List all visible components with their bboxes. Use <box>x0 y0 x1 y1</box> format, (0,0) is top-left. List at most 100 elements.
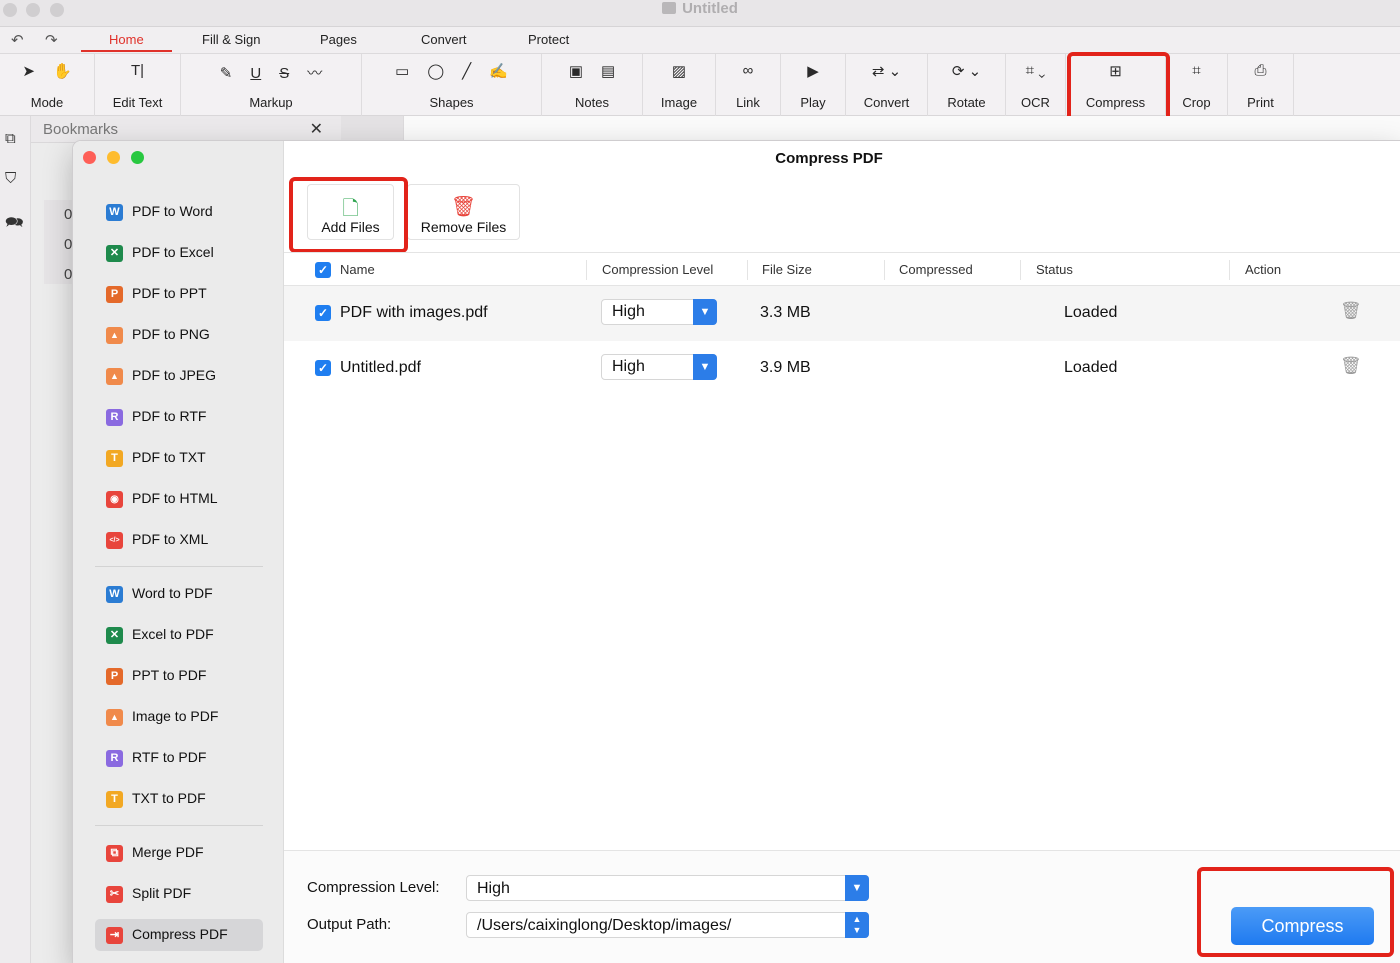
comments-panel-icon[interactable]: 🗪 <box>5 212 24 237</box>
file-status: Loaded <box>1064 359 1118 376</box>
trash-icon[interactable]: 🗑 <box>1340 301 1362 321</box>
textbox-icon[interactable]: ▣ <box>569 62 583 80</box>
compression-level-dropdown[interactable]: High ▼ <box>466 875 869 901</box>
toolbar-markup-label: Markup <box>249 95 293 110</box>
sidebar-item-label: Split PDF <box>132 885 192 901</box>
dialog-zoom-button[interactable] <box>131 151 144 164</box>
sidebar-item-pdf-to-png[interactable]: ▲ PDF to PNG <box>95 319 263 351</box>
bookmark-page-number: 0 <box>64 206 73 223</box>
sidebar-item-txt-to-pdf[interactable]: T TXT to PDF <box>95 783 263 815</box>
sidebar-item-rtf-to-pdf[interactable]: R RTF to PDF <box>95 742 263 774</box>
toolbar-print[interactable]: ⎙ Print <box>1228 54 1294 116</box>
table-row[interactable]: ✓ Untitled.pdf High ▼ 3.9 MB Loaded 🗑 <box>284 341 1400 396</box>
toolbar-link[interactable]: ∞ Link <box>716 54 781 116</box>
toolbar-notes[interactable]: ▣ ▤ Notes <box>542 54 643 116</box>
undo-icon[interactable]: ↶ <box>11 31 24 49</box>
sidebar-item-pdf-to-ppt[interactable]: P PDF to PPT <box>95 278 263 310</box>
close-icon[interactable]: ✕ <box>310 119 323 139</box>
pointer-icon[interactable]: ➤ <box>22 62 35 80</box>
sidebar-divider <box>95 566 263 567</box>
toolbar-mode[interactable]: ➤ ✋ Mode <box>0 54 95 116</box>
toolbar-crop-label: Crop <box>1182 95 1211 110</box>
row-checkbox[interactable]: ✓ <box>315 305 331 321</box>
remove-files-button[interactable]: 🗑 Remove Files <box>407 184 520 240</box>
sidebar-item-pdf-to-html[interactable]: ◉ PDF to HTML <box>95 483 263 515</box>
row-checkbox[interactable]: ✓ <box>315 360 331 376</box>
underline-icon[interactable]: U <box>250 65 261 82</box>
tab-convert[interactable]: Convert <box>421 32 467 47</box>
toolbar-rotate[interactable]: ⟳ ⌄ Rotate <box>928 54 1006 116</box>
toolbar-shapes[interactable]: ▭ ◯ ╱ ✍ Shapes <box>362 54 542 116</box>
highlight-icon[interactable]: ✎ <box>220 64 233 82</box>
pages-panel-icon[interactable]: ⧉ <box>5 130 16 147</box>
column-header-compressed[interactable]: Compressed <box>899 262 973 277</box>
sidebar-item-label: PPT to PDF <box>132 667 207 683</box>
sidebar-item-split-pdf[interactable]: ✂ Split PDF <box>95 878 263 910</box>
line-icon[interactable]: ╱ <box>462 62 471 80</box>
toolbar-edit-text[interactable]: T| Edit Text <box>95 54 181 116</box>
compression-level-value: High <box>612 303 645 320</box>
chevron-down-icon[interactable]: ▼ <box>845 875 869 901</box>
rtf-icon: R <box>106 750 123 767</box>
bookmark-icon[interactable]: ⛉ <box>5 170 16 187</box>
strikethrough-icon[interactable]: S <box>279 65 289 82</box>
tab-pages[interactable]: Pages <box>320 32 357 47</box>
sidebar-item-pdf-to-xml[interactable]: </> PDF to XML <box>95 524 263 556</box>
sidebar-item-excel-to-pdf[interactable]: ✕ Excel to PDF <box>95 619 263 651</box>
sidebar-item-pdf-to-jpeg[interactable]: ▲ PDF to JPEG <box>95 360 263 392</box>
dialog-minimize-button[interactable] <box>107 151 120 164</box>
toolbar-convert-label: Convert <box>863 95 910 110</box>
dialog-close-button[interactable] <box>83 151 96 164</box>
toolbar-convert[interactable]: ⇄ ⌄ Convert <box>846 54 928 116</box>
trash-icon[interactable]: 🗑 <box>1340 356 1362 376</box>
tab-home[interactable]: Home <box>81 32 172 52</box>
sidebar-item-compress-pdf[interactable]: ⇥ Compress PDF <box>95 919 263 951</box>
file-size: 3.3 MB <box>760 304 811 321</box>
comment-icon[interactable]: ▤ <box>601 62 615 80</box>
sidebar-item-label: TXT to PDF <box>132 790 206 806</box>
sidebar-item-pdf-to-rtf[interactable]: R PDF to RTF <box>95 401 263 433</box>
bookmarks-title: Bookmarks <box>43 121 119 138</box>
column-divider <box>747 260 748 280</box>
sidebar-item-pdf-to-word[interactable]: W PDF to Word <box>95 196 263 228</box>
sidebar-item-image-to-pdf[interactable]: ▲ Image to PDF <box>95 701 263 733</box>
toolbar-ocr[interactable]: ⌗ ⌄ OCR <box>1006 54 1066 116</box>
updown-chevron-icon[interactable]: ▲ ▼ <box>845 912 869 938</box>
sidebar-item-word-to-pdf[interactable]: W Word to PDF <box>95 578 263 610</box>
sidebar-item-merge-pdf[interactable]: ⧉ Merge PDF <box>95 837 263 869</box>
column-header-file-size[interactable]: File Size <box>762 262 812 277</box>
redo-icon[interactable]: ↷ <box>45 31 58 49</box>
rectangle-icon[interactable]: ▭ <box>395 62 409 80</box>
pencil-icon[interactable]: ✍ <box>489 62 508 80</box>
image-add-icon: ▨ <box>671 63 687 80</box>
table-row[interactable]: ✓ PDF with images.pdf High ▼ 3.3 MB Load… <box>284 286 1400 341</box>
toolbar-markup[interactable]: ✎ U S 〰 Markup <box>181 54 362 116</box>
sidebar-item-ppt-to-pdf[interactable]: P PPT to PDF <box>95 660 263 692</box>
sidebar-item-pdf-to-excel[interactable]: ✕ PDF to Excel <box>95 237 263 269</box>
tab-protect[interactable]: Protect <box>528 32 569 47</box>
tab-fill-sign[interactable]: Fill & Sign <box>202 32 261 47</box>
column-header-status[interactable]: Status <box>1036 262 1073 277</box>
sidebar-item-pdf-to-txt[interactable]: T PDF to TXT <box>95 442 263 474</box>
bookmark-page-number: 0 <box>64 266 73 283</box>
toolbar-crop[interactable]: ⌗ Crop <box>1166 54 1228 116</box>
compression-level-select[interactable]: High ▼ <box>601 299 717 325</box>
globe-icon: ◉ <box>106 491 123 508</box>
sidebar-item-label: Excel to PDF <box>132 626 214 642</box>
marker-icon[interactable]: 〰 <box>307 62 322 83</box>
sidebar-item-label: PDF to HTML <box>132 490 218 506</box>
play-icon: ▶ <box>807 63 819 80</box>
column-header-compression-level[interactable]: Compression Level <box>602 262 713 277</box>
sidebar-item-label: PDF to JPEG <box>132 367 217 383</box>
toolbar-play[interactable]: ▶ Play <box>781 54 846 116</box>
column-divider <box>586 260 587 280</box>
select-all-checkbox[interactable]: ✓ <box>315 262 331 278</box>
compression-level-select[interactable]: High ▼ <box>601 354 717 380</box>
hand-icon[interactable]: ✋ <box>53 62 72 80</box>
column-header-name[interactable]: Name <box>340 262 375 277</box>
output-path-field[interactable]: /Users/caixinglong/Desktop/images/ ▲ ▼ <box>466 912 869 938</box>
toolbar-image[interactable]: ▨ Image <box>643 54 716 116</box>
chevron-down-icon[interactable]: ▼ <box>693 354 717 380</box>
chevron-down-icon[interactable]: ▼ <box>693 299 717 325</box>
ellipse-icon[interactable]: ◯ <box>427 62 444 80</box>
